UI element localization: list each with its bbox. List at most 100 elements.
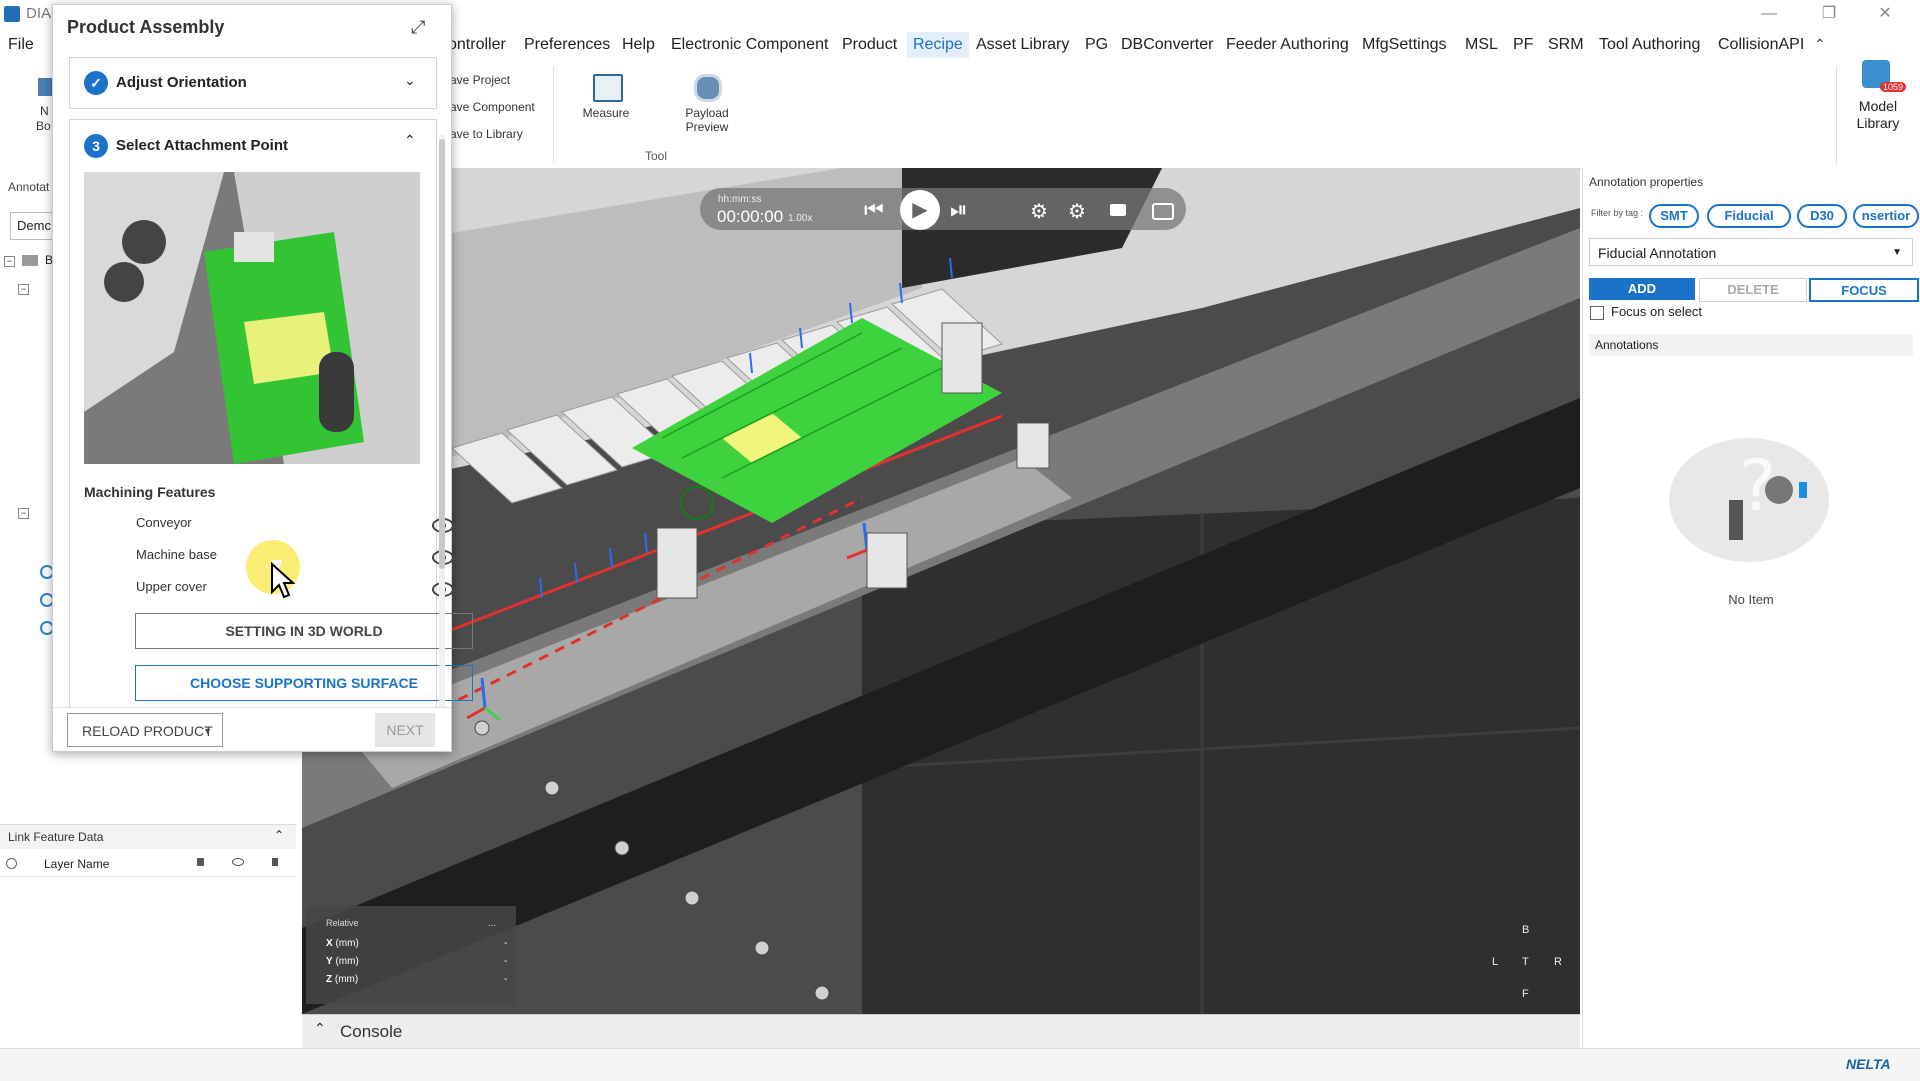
product-assembly-dialog: Product Assembly ⤢ ✓ Adjust Orientation … (52, 4, 473, 752)
save-project-button[interactable]: ave Project (450, 73, 510, 87)
chevron-down-icon[interactable]: ⌄ (404, 72, 416, 89)
new-board-label: N (40, 104, 49, 118)
link-feature-data-label: Link Feature Data (8, 830, 104, 844)
payload-preview-button-line2[interactable]: Preview (662, 120, 752, 134)
measure-icon[interactable] (593, 74, 623, 102)
console-bar[interactable] (302, 1014, 1580, 1049)
coords-y-row: Y (mm) (326, 956, 359, 967)
annotation-type-value: Fiducial Annotation (1598, 245, 1717, 261)
menu-help[interactable]: Help (622, 36, 655, 54)
layer-name-column[interactable]: Layer Name (44, 857, 109, 871)
measure-button[interactable]: Measure (561, 106, 651, 120)
reload-product-label: RELOAD PRODUCT (82, 723, 213, 739)
coords-y-label: Y (326, 956, 333, 967)
step3-badge: 3 (84, 134, 108, 158)
close-icon[interactable]: ✕ (1862, 2, 1908, 26)
annotation-type-select[interactable]: Fiducial Annotation ▼ (1589, 238, 1913, 266)
screenshot-camera-icon[interactable] (1152, 203, 1174, 220)
playback-speed[interactable]: 1.00x (788, 213, 812, 224)
menu-recipe[interactable]: Recipe (907, 32, 969, 58)
payload-preview-icon[interactable] (694, 74, 722, 102)
menu-preferences[interactable]: Preferences (524, 36, 610, 54)
view-cube-back[interactable]: B (1522, 924, 1529, 936)
check-icon: ✓ (84, 71, 108, 95)
tag-fiducial[interactable]: Fiducial (1707, 204, 1791, 228)
menu-mfgsettings[interactable]: MfgSettings (1362, 36, 1446, 54)
3d-viewport[interactable] (302, 168, 1580, 1014)
view-cube-right[interactable]: R (1554, 956, 1562, 968)
tree-collapse-icon-3[interactable]: − (18, 508, 29, 519)
play-icon[interactable]: ▶ (900, 190, 940, 230)
menu-pg[interactable]: PG (1085, 36, 1108, 54)
tool-group-label: Tool (645, 149, 668, 163)
expand-icon[interactable]: ⤢ (411, 17, 425, 38)
next-button[interactable]: NEXT (375, 713, 435, 747)
delete-button[interactable]: DELETE (1699, 278, 1807, 302)
empty-state-illustration: ? (1659, 430, 1839, 570)
focus-on-select-checkbox[interactable] (1590, 306, 1604, 320)
visibility-icon[interactable] (232, 858, 244, 866)
link-icon (6, 858, 17, 869)
save-to-library-button[interactable]: ave to Library (450, 127, 523, 141)
settings-icon[interactable]: ⚙ (1068, 199, 1086, 224)
link-feature-collapse-icon[interactable]: ⌃ (274, 828, 284, 842)
tree-collapse-icon[interactable]: − (4, 256, 15, 267)
tree-collapse-icon-2[interactable]: − (18, 284, 29, 295)
menu-electronic-component[interactable]: Electronic Component (671, 36, 828, 54)
coords-x-row: X (mm) (326, 938, 359, 949)
menu-product[interactable]: Product (842, 36, 897, 54)
console-label[interactable]: Console (340, 1022, 402, 1042)
folder-icon (22, 255, 38, 266)
step-forward-icon[interactable]: ⏯ (950, 197, 968, 223)
coords-z-row: Z (mm) (326, 974, 358, 985)
step-adjust-orientation[interactable]: ✓ Adjust Orientation ⌄ (69, 57, 437, 109)
minimize-icon[interactable]: — (1746, 2, 1792, 26)
menu-pf[interactable]: PF (1513, 36, 1533, 54)
menu-srm[interactable]: SRM (1548, 36, 1584, 54)
speed-gauge-icon[interactable]: ⚙ (1030, 199, 1048, 224)
trash-icon[interactable] (272, 858, 278, 866)
coords-z-unit: (mm) (334, 974, 359, 985)
payload-preview-button-line1[interactable]: Payload (662, 106, 752, 120)
menu-tool-authoring[interactable]: Tool Authoring (1599, 36, 1700, 54)
menu-msl[interactable]: MSL (1465, 36, 1498, 54)
tag-d30[interactable]: D30 (1797, 204, 1847, 228)
view-cube-left[interactable]: L (1492, 956, 1498, 968)
no-item-label: No Item (1728, 592, 1774, 607)
video-camera-icon[interactable] (1110, 204, 1126, 216)
reload-product-dropdown[interactable]: RELOAD PRODUCT ▼ (67, 713, 223, 747)
menu-collisionapi[interactable]: CollisionAPI (1718, 36, 1804, 54)
model-library-label-2[interactable]: Library (1856, 115, 1900, 131)
model-library-label-1[interactable]: Model (1856, 98, 1900, 114)
coords-more-icon[interactable]: ... (488, 918, 496, 929)
setting-in-3d-world-button[interactable]: SETTING IN 3D WORLD (135, 613, 473, 649)
machining-features-title: Machining Features (84, 484, 216, 500)
menu-asset-library[interactable]: Asset Library (976, 36, 1069, 54)
annotations-tab-label[interactable]: Annotat (8, 180, 49, 194)
console-expand-icon[interactable]: ⌃ (314, 1020, 326, 1037)
save-component-button[interactable]: ave Component (450, 100, 535, 114)
tag-insertion[interactable]: nsertior (1853, 204, 1919, 228)
restore-icon[interactable]: ❐ (1806, 2, 1852, 26)
skip-back-icon[interactable]: ⏮ (864, 197, 884, 223)
chevron-up-icon[interactable]: ⌃ (404, 132, 416, 149)
menu-controller[interactable]: ontroller (448, 36, 506, 54)
view-cube-front[interactable]: F (1522, 988, 1529, 1000)
menu-dbconverter[interactable]: DBConverter (1121, 36, 1213, 54)
choose-supporting-surface-button[interactable]: CHOOSE SUPPORTING SURFACE (135, 665, 473, 701)
menu-file[interactable]: File (8, 36, 34, 54)
view-cube-top[interactable]: T (1522, 956, 1529, 968)
caret-down-icon: ▼ (203, 726, 212, 736)
tag-smt[interactable]: SMT (1649, 204, 1699, 228)
annotations-section-header: Annotations (1589, 334, 1913, 356)
chevron-down-icon: ▼ (1892, 247, 1902, 258)
lock-icon[interactable] (197, 858, 204, 866)
feature-conveyor-label: Conveyor (136, 515, 192, 530)
feature-machine-base-label: Machine base (136, 547, 217, 562)
dialog-scrollbar-thumb[interactable] (439, 139, 445, 569)
menu-feeder-authoring[interactable]: Feeder Authoring (1226, 36, 1349, 54)
collapse-ribbon-icon[interactable]: ⌃ (1814, 36, 1826, 53)
coords-y-value: - (504, 956, 508, 967)
focus-button[interactable]: FOCUS (1809, 278, 1919, 302)
add-button[interactable]: ADD (1589, 278, 1695, 300)
